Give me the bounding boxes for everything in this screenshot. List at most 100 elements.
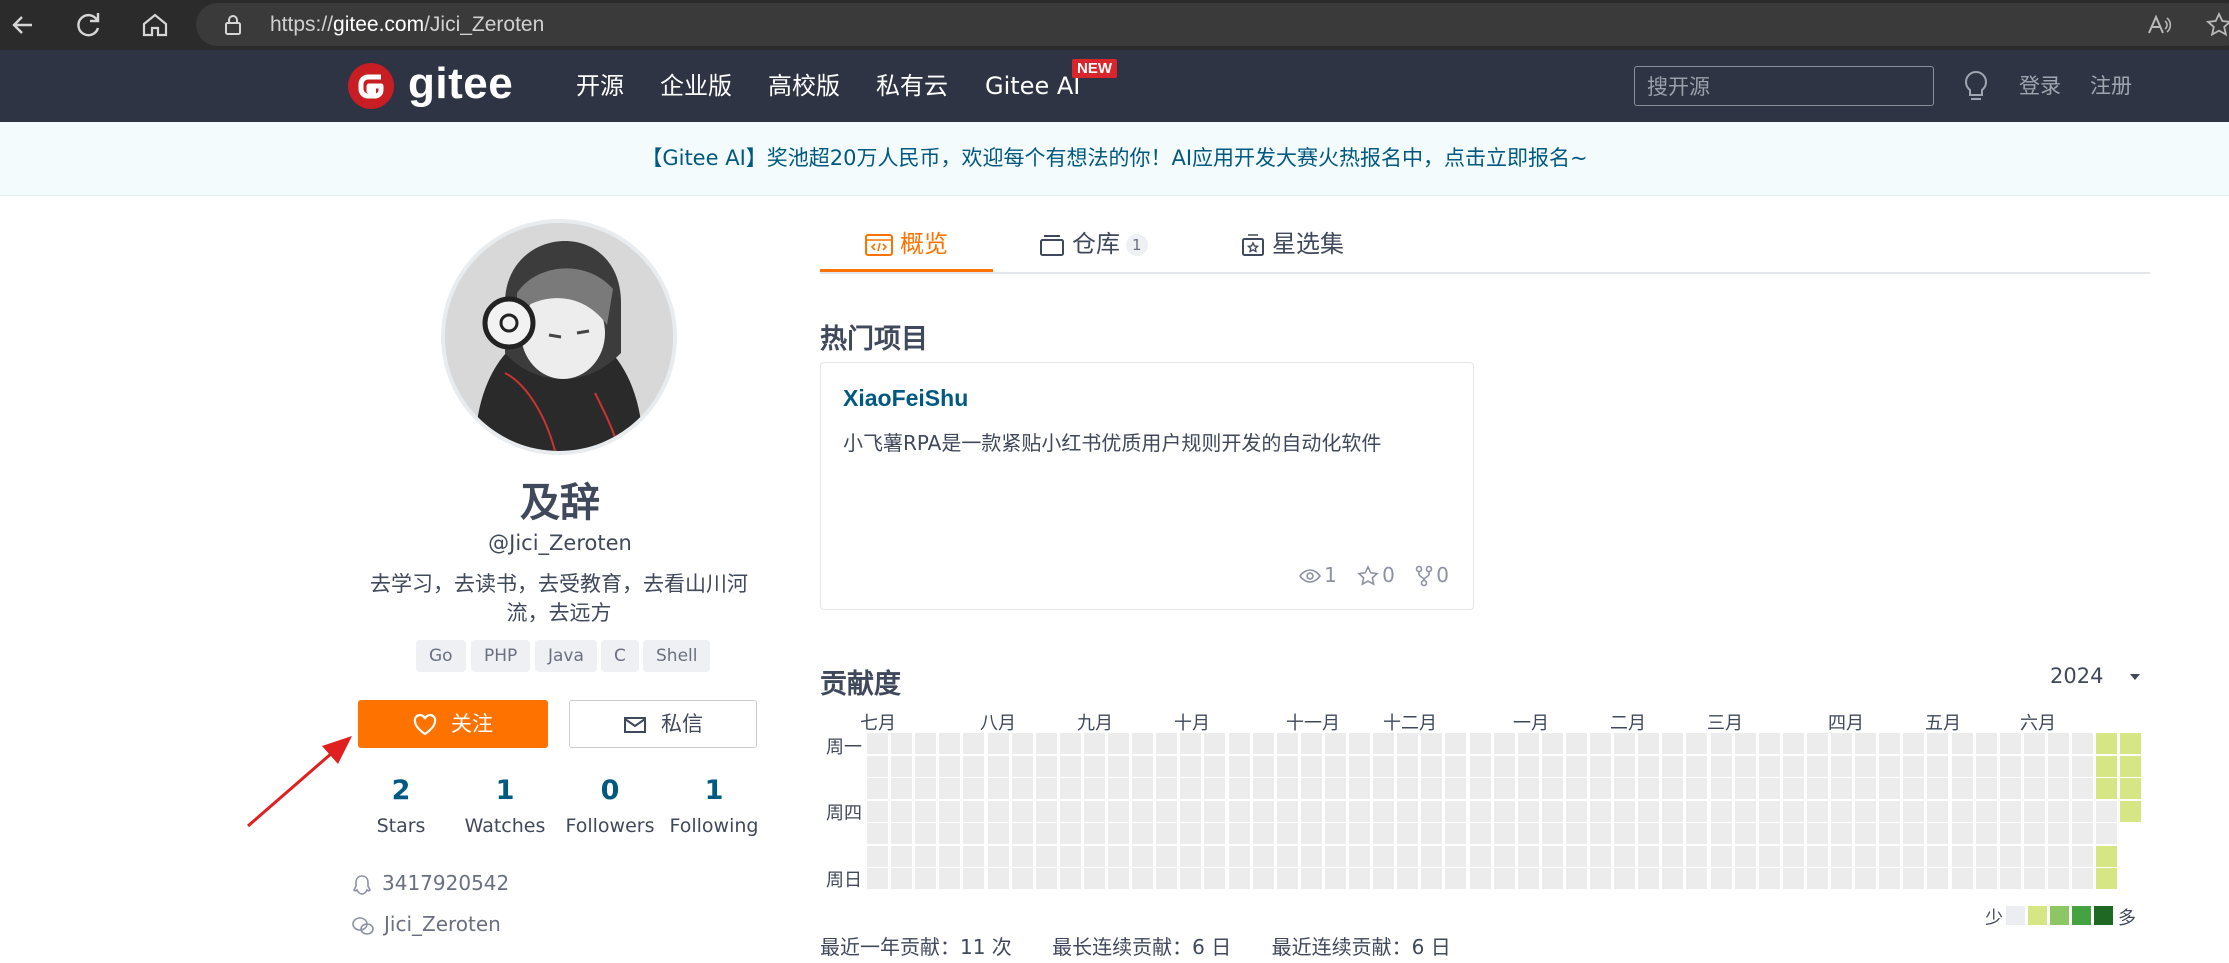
- contribution-cell[interactable]: [1229, 823, 1250, 844]
- contribution-cell[interactable]: [1204, 868, 1225, 889]
- contribution-cell[interactable]: [2072, 823, 2093, 844]
- contribution-cell[interactable]: [1855, 756, 1876, 777]
- contribution-cell[interactable]: [1084, 868, 1105, 889]
- contribution-cell[interactable]: [1421, 756, 1442, 777]
- contribution-cell[interactable]: [1180, 778, 1201, 799]
- contribution-cell[interactable]: [891, 846, 912, 867]
- contribution-cell[interactable]: [1735, 801, 1756, 822]
- contribution-cell[interactable]: [915, 733, 936, 754]
- contribution-cell[interactable]: [963, 756, 984, 777]
- contribution-cell[interactable]: [1952, 778, 1973, 799]
- contribution-cell[interactable]: [1759, 733, 1780, 754]
- contribution-cell[interactable]: [1855, 868, 1876, 889]
- contribution-cell[interactable]: [939, 801, 960, 822]
- contribution-cell[interactable]: [988, 868, 1009, 889]
- contribution-cell[interactable]: [1614, 733, 1635, 754]
- contribution-cell[interactable]: [1614, 756, 1635, 777]
- contribution-cell[interactable]: [1156, 756, 1177, 777]
- contribution-cell[interactable]: [1831, 823, 1852, 844]
- contribution-cell[interactable]: [1879, 733, 1900, 754]
- contribution-cell[interactable]: [1060, 756, 1081, 777]
- contribution-cell[interactable]: [1108, 846, 1129, 867]
- contribution-cell[interactable]: [939, 823, 960, 844]
- contribution-cell[interactable]: [1759, 846, 1780, 867]
- contribution-cell[interactable]: [1590, 868, 1611, 889]
- contribution-cell[interactable]: [1253, 801, 1274, 822]
- contribution-cell[interactable]: [1807, 868, 1828, 889]
- contribution-cell[interactable]: [1855, 778, 1876, 799]
- contribution-cell[interactable]: [1132, 846, 1153, 867]
- year-select[interactable]: 2024: [2050, 664, 2142, 688]
- contribution-cell[interactable]: [1879, 823, 1900, 844]
- contribution-cell[interactable]: [1903, 868, 1924, 889]
- contribution-cell[interactable]: [1662, 868, 1683, 889]
- contribution-cell[interactable]: [1711, 846, 1732, 867]
- contribution-cell[interactable]: [867, 868, 888, 889]
- contribution-cell[interactable]: [1976, 778, 1997, 799]
- contribution-cell[interactable]: [1156, 733, 1177, 754]
- contribution-cell[interactable]: [2000, 778, 2021, 799]
- contribution-cell[interactable]: [1807, 846, 1828, 867]
- contribution-cell[interactable]: [2120, 778, 2141, 799]
- contribution-cell[interactable]: [963, 868, 984, 889]
- contribution-cell[interactable]: [1349, 778, 1370, 799]
- contribution-cell[interactable]: [1494, 823, 1515, 844]
- contribution-cell[interactable]: [1711, 756, 1732, 777]
- contribution-cell[interactable]: [1783, 756, 1804, 777]
- stat-followers[interactable]: 0 Followers: [560, 771, 660, 841]
- contribution-cell[interactable]: [1614, 846, 1635, 867]
- contribution-cell[interactable]: [2120, 801, 2141, 822]
- contribution-cell[interactable]: [1445, 756, 1466, 777]
- contribution-cell[interactable]: [1614, 801, 1635, 822]
- contribution-cell[interactable]: [1879, 868, 1900, 889]
- contribution-cell[interactable]: [2072, 846, 2093, 867]
- contribution-cell[interactable]: [2072, 868, 2093, 889]
- contribution-cell[interactable]: [1927, 801, 1948, 822]
- contribution-cell[interactable]: [1518, 733, 1539, 754]
- contribution-cell[interactable]: [1976, 801, 1997, 822]
- contribution-cell[interactable]: [1325, 756, 1346, 777]
- contribution-cell[interactable]: [1614, 868, 1635, 889]
- contribution-cell[interactable]: [2096, 868, 2117, 889]
- contribution-cell[interactable]: [1807, 823, 1828, 844]
- contribution-cell[interactable]: [1470, 846, 1491, 867]
- contribution-cell[interactable]: [1638, 733, 1659, 754]
- contribution-cell[interactable]: [1976, 823, 1997, 844]
- contribution-cell[interactable]: [1470, 756, 1491, 777]
- contribution-cell[interactable]: [1903, 846, 1924, 867]
- contribution-cell[interactable]: [1976, 733, 1997, 754]
- contribution-cell[interactable]: [1662, 756, 1683, 777]
- contribution-cell[interactable]: [867, 778, 888, 799]
- contribution-cell[interactable]: [1759, 801, 1780, 822]
- contribution-cell[interactable]: [2024, 823, 2045, 844]
- contribution-cell[interactable]: [1373, 846, 1394, 867]
- contribution-cell[interactable]: [1397, 801, 1418, 822]
- contribution-cell[interactable]: [1735, 846, 1756, 867]
- contribution-cell[interactable]: [1084, 823, 1105, 844]
- contribution-cell[interactable]: [2024, 868, 2045, 889]
- search-input[interactable]: 搜开源: [1634, 66, 1934, 106]
- contribution-cell[interactable]: [1349, 846, 1370, 867]
- contribution-cell[interactable]: [1686, 733, 1707, 754]
- contribution-cell[interactable]: [1277, 778, 1298, 799]
- contribution-cell[interactable]: [1662, 801, 1683, 822]
- contribution-cell[interactable]: [1976, 868, 1997, 889]
- contribution-cell[interactable]: [1952, 823, 1973, 844]
- contribution-cell[interactable]: [2048, 733, 2069, 754]
- contribution-cell[interactable]: [1373, 823, 1394, 844]
- contribution-cell[interactable]: [1662, 733, 1683, 754]
- contribution-cell[interactable]: [1108, 868, 1129, 889]
- contribution-cell[interactable]: [891, 733, 912, 754]
- contribution-cell[interactable]: [1325, 733, 1346, 754]
- contribution-cell[interactable]: [1952, 733, 1973, 754]
- contribution-cell[interactable]: [1686, 868, 1707, 889]
- nav-enterprise[interactable]: 企业版: [660, 50, 732, 122]
- language-tag[interactable]: Go: [416, 640, 466, 672]
- contribution-cell[interactable]: [1903, 801, 1924, 822]
- contribution-cell[interactable]: [1036, 801, 1057, 822]
- contribution-cell[interactable]: [1421, 801, 1442, 822]
- contribution-cell[interactable]: [963, 801, 984, 822]
- contribution-cell[interactable]: [1831, 778, 1852, 799]
- tab-overview[interactable]: 概览: [864, 220, 948, 272]
- contribution-cell[interactable]: [1060, 801, 1081, 822]
